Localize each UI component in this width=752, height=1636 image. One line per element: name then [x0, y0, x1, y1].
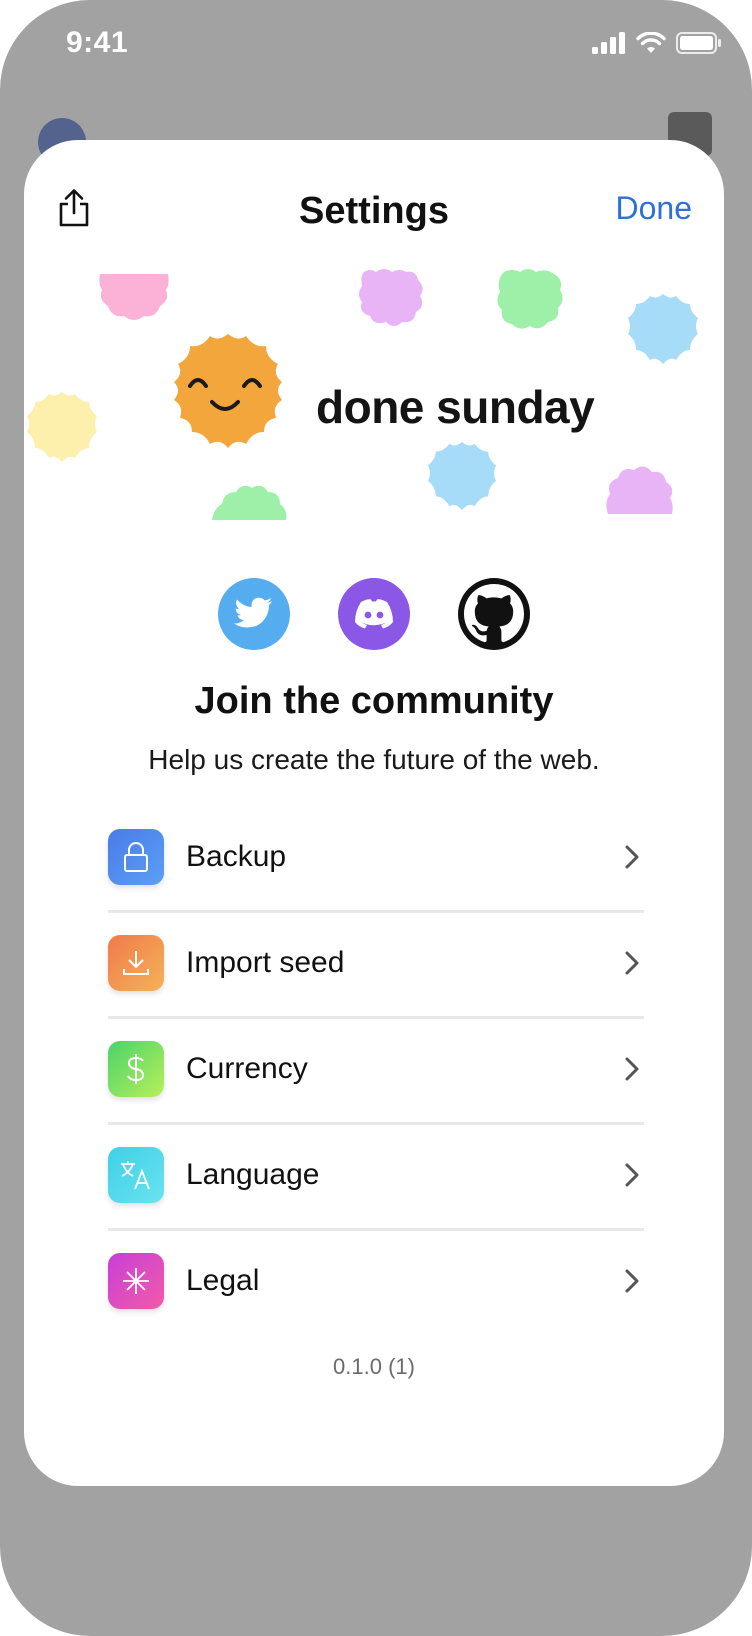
- menu-item-language[interactable]: Language: [108, 1122, 644, 1228]
- github-button[interactable]: [458, 578, 530, 650]
- discord-icon: [355, 599, 393, 629]
- menu-item-import-seed[interactable]: Import seed: [108, 910, 644, 1016]
- settings-sheet: Settings Done done sunday Join the commu…: [24, 140, 724, 1486]
- menu-item-legal[interactable]: Legal: [108, 1228, 644, 1334]
- social-links: [24, 578, 724, 650]
- community-subtitle: Help us create the future of the web.: [148, 744, 600, 775]
- wifi-icon: [636, 32, 666, 53]
- chevron-right-icon: [620, 948, 644, 978]
- language-icon-tile: [108, 1147, 164, 1203]
- chevron-right-icon: [620, 1266, 644, 1296]
- status-icons: [592, 32, 722, 54]
- translate-icon: [121, 1161, 150, 1190]
- legal-icon-tile: [108, 1253, 164, 1309]
- backup-icon-tile: [108, 829, 164, 885]
- chevron-right-icon: [620, 842, 644, 872]
- decorative-yellow-blob-icon: [27, 392, 97, 462]
- brand-name: done sunday: [316, 381, 595, 433]
- signal-icon: [592, 32, 625, 54]
- decorative-blue-blob-icon: [427, 441, 497, 511]
- battery-icon: [676, 32, 721, 54]
- decorative-blue-blob-icon: [628, 294, 698, 364]
- device-frame: 9:41 Settings Done done sunday Join the …: [0, 0, 752, 1636]
- decorative-violet-blob-icon: [359, 269, 423, 326]
- decorative-green-blob-icon: [212, 485, 287, 520]
- twitter-icon: [234, 597, 272, 628]
- currency-icon-tile: [108, 1041, 164, 1097]
- settings-menu: Backup Import seed Currency Language Leg…: [108, 804, 644, 1334]
- menu-item-label: Legal: [186, 1264, 260, 1297]
- discord-button[interactable]: [338, 578, 410, 650]
- asterisk-icon: [123, 1268, 149, 1294]
- chevron-right-icon: [620, 1054, 644, 1084]
- decorative-pink-blob-icon: [99, 274, 169, 320]
- community-title: Join the community: [194, 680, 554, 722]
- app-version: 0.1.0 (1): [333, 1354, 415, 1379]
- lock-icon: [124, 842, 148, 872]
- menu-item-currency[interactable]: Currency: [108, 1016, 644, 1122]
- status-bar: 9:41: [0, 0, 752, 92]
- twitter-button[interactable]: [218, 578, 290, 650]
- decorative-green-blob-icon: [497, 269, 563, 329]
- dollar-icon: [127, 1054, 145, 1084]
- import-seed-icon-tile: [108, 935, 164, 991]
- menu-item-label: Import seed: [186, 946, 345, 979]
- github-icon: [464, 584, 524, 643]
- menu-item-label: Language: [186, 1158, 320, 1191]
- chevron-right-icon: [620, 1160, 644, 1190]
- menu-item-backup[interactable]: Backup: [108, 804, 644, 910]
- status-time: 9:41: [66, 26, 129, 59]
- brand-hero: done sunday: [24, 269, 724, 532]
- smiling-mascot-icon: [174, 334, 282, 448]
- download-icon: [123, 951, 149, 975]
- menu-item-label: Currency: [186, 1052, 308, 1085]
- done-button[interactable]: Done: [616, 190, 693, 227]
- decorative-violet-blob-icon: [606, 466, 673, 514]
- menu-item-label: Backup: [186, 840, 287, 873]
